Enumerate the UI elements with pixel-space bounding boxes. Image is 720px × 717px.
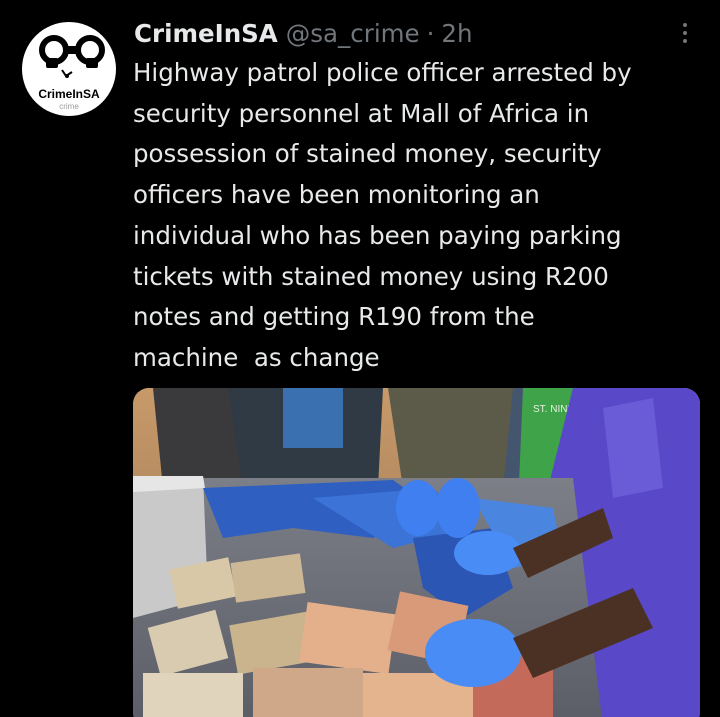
tweet-timestamp[interactable]: 2h xyxy=(441,19,472,48)
author-display-name[interactable]: CrimeInSA xyxy=(134,19,278,48)
more-vertical-icon[interactable] xyxy=(676,20,694,46)
tweet-text-line: possession of stained money, security xyxy=(133,139,602,169)
tweet-media-photo[interactable]: ST. NINETEEN xyxy=(133,388,700,717)
tweet-text-line: individual who has been paying parking xyxy=(133,220,622,250)
tweet-header: CrimeInSA @sa_crime · 2h xyxy=(134,15,473,51)
avatar[interactable]: CrimeInSA crime xyxy=(22,22,116,116)
avatar-label: CrimeInSA xyxy=(38,87,100,101)
tweet-text-line: Highway patrol police officer arrested b… xyxy=(133,58,632,87)
tweet-text-line: machine as change xyxy=(133,342,380,372)
tweet-text-line: officers have been monitoring an xyxy=(133,180,540,210)
avatar-sublabel: crime xyxy=(59,102,79,111)
tweet-text: Highway patrol police officer arrested b… xyxy=(133,53,713,379)
tweet-text-line: security personnel at Mall of Africa in xyxy=(133,98,590,128)
tweet-text-line: notes and getting R190 from the xyxy=(133,302,535,332)
author-handle[interactable]: @sa_crime xyxy=(286,19,420,48)
media-photo-illustration: ST. NINETEEN xyxy=(133,388,700,717)
header-separator: · xyxy=(426,18,435,48)
tweet-text-line: tickets with stained money using R200 xyxy=(133,261,609,291)
